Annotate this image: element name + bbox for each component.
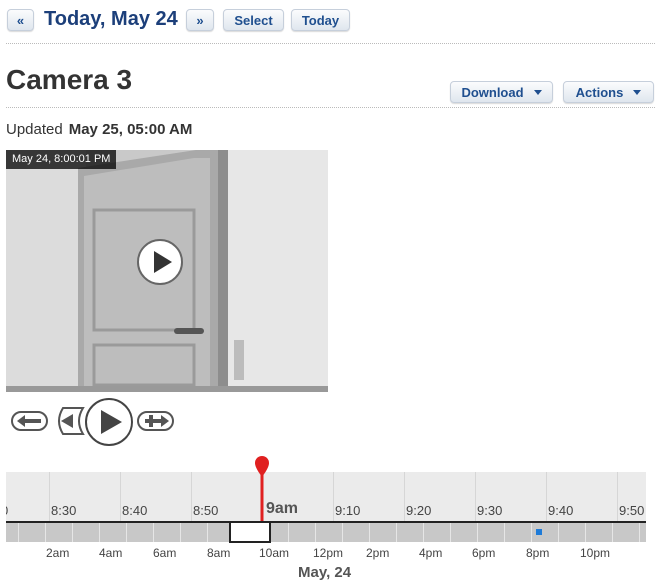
overview-gridline <box>342 523 343 542</box>
timeline-label: 9:50 <box>619 503 645 518</box>
timeline-gridline <box>49 472 50 522</box>
overview-gridline <box>99 523 100 542</box>
download-label: Download <box>461 84 524 100</box>
date-title: Today, May 24 <box>44 8 178 30</box>
timeline-label: 0 <box>6 503 8 518</box>
timeline-label: 8:40 <box>122 503 148 518</box>
overview-gridline <box>612 523 613 542</box>
overview-gridline <box>639 523 640 542</box>
page-title: Camera 3 <box>6 64 133 95</box>
updated-value: May 25, 05:00 AM <box>68 121 193 138</box>
overview-gridline <box>180 523 181 542</box>
chevron-down-icon <box>633 89 642 95</box>
step-back-button[interactable] <box>11 410 49 437</box>
updated-status: Updated May 25, 05:00 AM <box>6 121 192 138</box>
recording-marker[interactable] <box>536 529 542 535</box>
rewind-button[interactable] <box>53 405 85 442</box>
timeline-label: 9:40 <box>548 503 574 518</box>
divider <box>6 107 655 108</box>
overview-hour-label: 2am <box>46 546 70 560</box>
overview-gridline <box>153 523 154 542</box>
timeline-date-label: May, 24 <box>298 564 352 581</box>
play-icon <box>154 251 172 273</box>
overview-gridline <box>504 523 505 542</box>
timeline-label: 9:30 <box>477 503 503 518</box>
overview-gridline <box>585 523 586 542</box>
prev-day-button[interactable]: « <box>7 9 34 31</box>
overview-gridline <box>369 523 370 542</box>
timeline-gridline <box>475 472 476 522</box>
actions-dropdown[interactable]: Actions <box>563 81 654 103</box>
overview-gridline <box>450 523 451 542</box>
overview-hour-label: 8am <box>207 546 231 560</box>
actions-label: Actions <box>575 84 624 100</box>
overview-hour-label: 2pm <box>366 546 390 560</box>
timeline-label: 9:10 <box>335 503 361 518</box>
timeline-gridline <box>120 472 121 522</box>
overview-gridline <box>18 523 19 542</box>
step-forward-button[interactable] <box>137 410 175 437</box>
timeline-zoomed[interactable]: 0 8:30 8:40 8:50 9am 9:10 9:20 9:30 9:40… <box>6 472 646 522</box>
timeline-gridline <box>617 472 618 522</box>
overview-hour-label: 6pm <box>472 546 496 560</box>
timeline-gridline <box>404 472 405 522</box>
overview-hour-label: 4pm <box>419 546 443 560</box>
video-timestamp: May 24, 8:00:01 PM <box>6 150 117 169</box>
overview-gridline <box>207 523 208 542</box>
rewind-icon <box>58 407 85 435</box>
overview-gridline <box>558 523 559 542</box>
download-dropdown[interactable]: Download <box>450 81 553 103</box>
timeline-label: 8:50 <box>193 503 219 518</box>
overview-gridline <box>315 523 316 542</box>
overview-gridline <box>72 523 73 542</box>
step-back-icon <box>11 411 48 431</box>
overview-selection-window[interactable] <box>228 520 274 544</box>
timeline-gridline <box>546 472 547 522</box>
playhead-cursor[interactable] <box>252 455 272 525</box>
timeline-gridline <box>333 472 334 522</box>
timeline-overview[interactable] <box>6 523 646 542</box>
play-button[interactable] <box>84 397 134 452</box>
overview-gridline <box>126 523 127 542</box>
divider <box>6 43 655 44</box>
updated-label: Updated <box>6 121 63 138</box>
play-icon <box>85 398 133 446</box>
overview-hour-label: 10am <box>259 546 290 560</box>
step-forward-icon <box>137 411 174 431</box>
timeline-label: 8:30 <box>51 503 77 518</box>
overview-gridline <box>423 523 424 542</box>
video-play-button[interactable] <box>137 239 183 285</box>
overview-hour-label: 12pm <box>313 546 344 560</box>
today-button[interactable]: Today <box>291 9 350 31</box>
overview-hour-label: 6am <box>153 546 177 560</box>
overview-gridline <box>45 523 46 542</box>
chevron-down-icon <box>533 89 542 95</box>
overview-hour-label: 10pm <box>580 546 611 560</box>
overview-gridline <box>477 523 478 542</box>
overview-gridline <box>288 523 289 542</box>
timeline-gridline <box>191 472 192 522</box>
next-day-button[interactable]: » <box>186 9 214 31</box>
overview-hour-label: 4am <box>99 546 123 560</box>
overview-gridline <box>396 523 397 542</box>
overview-gridline <box>531 523 532 542</box>
timeline-label: 9:20 <box>406 503 432 518</box>
overview-hour-label: 8pm <box>526 546 550 560</box>
select-date-button[interactable]: Select <box>223 9 284 31</box>
